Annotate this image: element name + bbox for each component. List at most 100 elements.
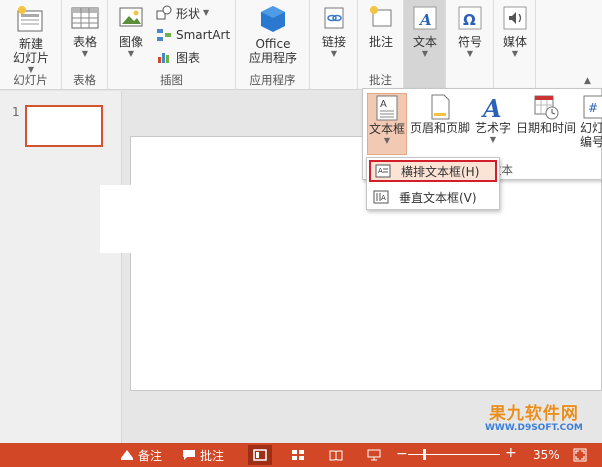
notes-button[interactable]: 备注 bbox=[120, 447, 162, 463]
horizontal-textbox-item[interactable]: A 横排文本框(H) bbox=[369, 160, 497, 182]
text-icon: A bbox=[413, 6, 437, 30]
new-slide-button[interactable]: 新建 幻灯片 ▼ bbox=[6, 4, 56, 75]
vertical-textbox-item[interactable]: A 垂直文本框(V) bbox=[369, 186, 497, 208]
date-time-label: 日期和时间 bbox=[515, 121, 576, 135]
group-comments: 批注 批注 bbox=[358, 0, 404, 90]
media-label: 媒体 bbox=[502, 35, 527, 49]
header-footer-label: 页眉和页脚 bbox=[409, 121, 470, 135]
group-symbols: Ω 符号 ▼ bbox=[446, 0, 494, 90]
smartart-label: SmartArt bbox=[176, 28, 231, 42]
horizontal-textbox-label: 横排文本框(H) bbox=[401, 164, 480, 179]
group-comments-label: 批注 bbox=[369, 73, 392, 87]
slideshow-button[interactable] bbox=[362, 445, 386, 465]
vertical-textbox-label: 垂直文本框(V) bbox=[399, 190, 477, 205]
chart-button[interactable]: 图表 bbox=[156, 48, 200, 66]
chevron-down-icon: ▼ bbox=[489, 135, 497, 144]
chevron-down-icon: ▼ bbox=[330, 49, 338, 58]
notes-icon bbox=[121, 450, 133, 460]
normal-view-button[interactable] bbox=[248, 445, 272, 465]
zoom-out-button[interactable]: − bbox=[396, 446, 408, 462]
comment-button[interactable]: 批注 bbox=[362, 4, 400, 49]
shapes-button[interactable]: 形状 ▼ bbox=[156, 4, 209, 22]
notes-label: 备注 bbox=[138, 448, 163, 463]
group-illustrations: 图像 ▼ 形状 ▼ SmartArt 图表 插图 bbox=[108, 0, 236, 90]
zoom-level-label: 35% bbox=[533, 448, 560, 462]
text-button[interactable]: A 文本 ▼ bbox=[406, 4, 444, 59]
svg-text:A: A bbox=[378, 167, 383, 175]
watermark: 果九软件网 WWW.D9SOFT.COM bbox=[485, 405, 583, 433]
fit-window-icon bbox=[573, 448, 587, 462]
shapes-label: 形状 bbox=[176, 6, 201, 21]
new-slide-icon bbox=[17, 6, 43, 32]
picture-icon bbox=[119, 7, 143, 27]
office-apps-button[interactable]: Office 应用程序 bbox=[240, 4, 306, 65]
textbox-icon: A bbox=[376, 95, 398, 121]
shapes-icon bbox=[156, 5, 172, 20]
slide-number-button[interactable]: # 幻灯 编号 bbox=[579, 93, 602, 149]
watermark-sub: WWW.D9SOFT.COM bbox=[485, 423, 583, 433]
media-button[interactable]: 媒体 ▼ bbox=[496, 4, 534, 59]
textbox-button[interactable]: A 文本框 ▼ bbox=[367, 93, 407, 155]
slide-sorter-button[interactable] bbox=[286, 445, 310, 465]
thumb-number: 1 bbox=[12, 105, 20, 119]
fit-to-window-button[interactable] bbox=[573, 447, 591, 463]
date-time-button[interactable]: 日期和时间 bbox=[515, 93, 577, 135]
group-slides: 新建 幻灯片 ▼ 幻灯片 bbox=[0, 0, 62, 90]
zoom-slider-thumb[interactable] bbox=[423, 449, 426, 460]
table-icon bbox=[71, 7, 99, 29]
book-icon bbox=[329, 450, 343, 461]
group-illustrations-label: 插图 bbox=[160, 73, 183, 87]
chevron-down-icon: ▼ bbox=[466, 49, 474, 58]
grid-view-icon bbox=[292, 450, 304, 460]
slide-thumbnail[interactable] bbox=[25, 105, 103, 147]
svg-text:A: A bbox=[481, 94, 502, 121]
office-apps-icon bbox=[261, 6, 285, 32]
comments-button[interactable]: 批注 bbox=[182, 447, 224, 463]
wordart-label: 艺术字 bbox=[474, 121, 511, 135]
chevron-down-icon: ▼ bbox=[421, 49, 429, 58]
wordart-button[interactable]: A 艺术字 ▼ bbox=[473, 93, 513, 145]
normal-view-icon bbox=[253, 449, 267, 461]
projector-icon bbox=[367, 449, 381, 461]
symbol-button[interactable]: Ω 符号 ▼ bbox=[450, 4, 490, 59]
reading-view-button[interactable] bbox=[324, 445, 348, 465]
status-bar: 备注 批注 − + 35% bbox=[0, 443, 602, 467]
chart-label: 图表 bbox=[176, 50, 201, 65]
header-footer-button[interactable]: 页眉和页脚 bbox=[409, 93, 471, 135]
chevron-up-icon: ▲ bbox=[584, 76, 591, 86]
group-tables: 表格 ▼ 表格 bbox=[62, 0, 108, 90]
group-apps: Office 应用程序 应用程序 bbox=[236, 0, 310, 90]
chart-icon bbox=[158, 53, 169, 63]
slide-number-label: 幻灯 编号 bbox=[579, 121, 602, 149]
comments-icon bbox=[183, 450, 195, 460]
picture-label: 图像 bbox=[118, 35, 143, 49]
slide-thumbnails-panel: 1 bbox=[0, 91, 122, 443]
group-slides-label: 幻灯片 bbox=[13, 73, 48, 87]
textbox-label: 文本框 bbox=[368, 122, 405, 136]
horizontal-textbox-icon: A bbox=[375, 164, 391, 178]
svg-text:A: A bbox=[381, 194, 386, 202]
slide-number-icon: # bbox=[583, 95, 602, 119]
minus-icon: − bbox=[396, 446, 408, 462]
smartart-button[interactable]: SmartArt bbox=[156, 26, 230, 44]
speaker-icon bbox=[503, 6, 527, 30]
vertical-textbox-icon: A bbox=[373, 190, 389, 204]
group-media: 媒体 ▼ bbox=[494, 0, 536, 90]
watermark-main: 果九软件网 bbox=[488, 404, 579, 424]
chevron-down-icon: ▼ bbox=[127, 49, 135, 58]
chevron-down-icon: ▼ bbox=[81, 49, 89, 58]
calendar-clock-icon bbox=[534, 95, 559, 120]
svg-text:A: A bbox=[418, 11, 432, 29]
zoom-level[interactable]: 35% bbox=[533, 447, 560, 463]
links-button[interactable]: 链接 ▼ bbox=[314, 4, 354, 59]
table-button[interactable]: 表格 ▼ bbox=[66, 4, 104, 59]
zoom-in-button[interactable]: + bbox=[505, 445, 517, 461]
picture-button[interactable]: 图像 ▼ bbox=[112, 4, 150, 59]
links-label: 链接 bbox=[321, 35, 346, 49]
svg-text:#: # bbox=[588, 101, 598, 115]
office-apps-label: Office 应用程序 bbox=[248, 37, 297, 65]
zoom-slider[interactable] bbox=[408, 454, 500, 455]
omega-icon: Ω bbox=[458, 6, 482, 30]
chevron-down-icon: ▼ bbox=[383, 136, 391, 145]
svg-text:Ω: Ω bbox=[463, 11, 476, 29]
